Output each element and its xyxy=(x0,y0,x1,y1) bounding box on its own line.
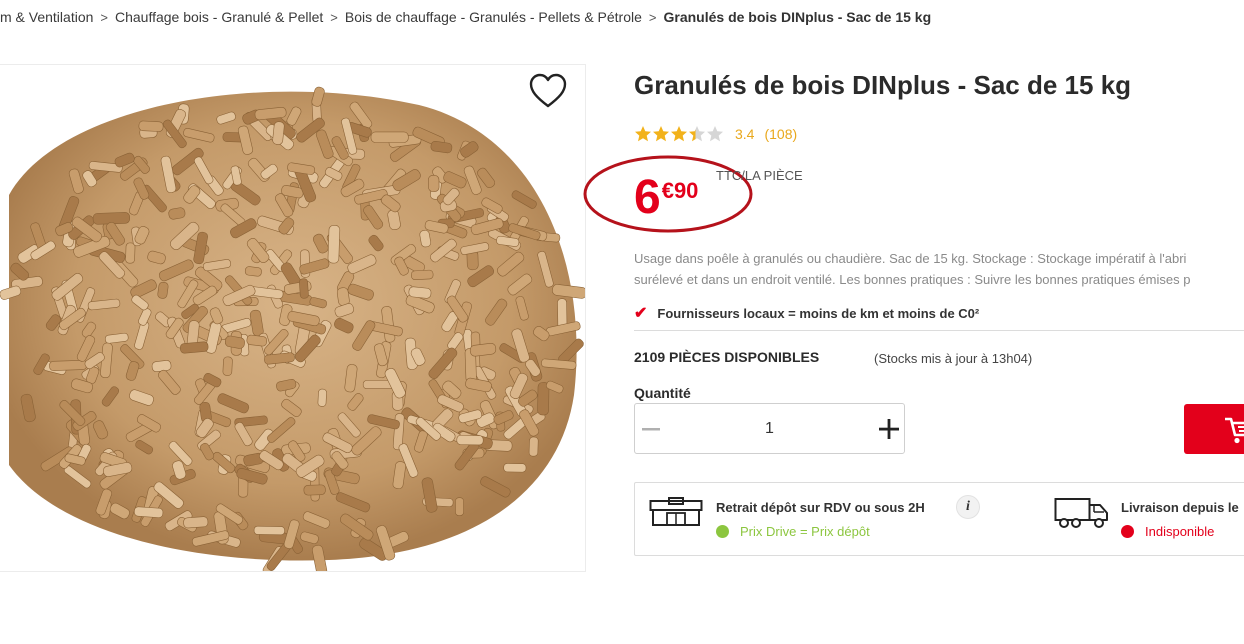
decrease-quantity-button[interactable] xyxy=(635,404,666,453)
add-to-cart-button[interactable] xyxy=(1184,404,1244,454)
pickup-option[interactable]: Retrait dépôt sur RDV ou sous 2H i Prix … xyxy=(635,483,1035,557)
price-unit: TTC/LA PIÈCE xyxy=(716,168,803,183)
product-image xyxy=(0,86,585,571)
price-integer: 6 xyxy=(634,171,661,224)
shipping-status: Indisponible xyxy=(1121,524,1214,539)
star-icon xyxy=(671,126,687,142)
price-cents: €90 xyxy=(661,178,699,203)
rating-value: 3.4 xyxy=(735,126,755,142)
divider xyxy=(634,330,1244,331)
breadcrumb-separator: > xyxy=(330,9,338,25)
rating-stars xyxy=(634,125,724,143)
plus-icon xyxy=(878,418,899,439)
stock-update-note: (Stocks mis à jour à 13h04) xyxy=(874,351,1033,366)
star-icon xyxy=(635,126,651,142)
rating-count[interactable]: (108) xyxy=(764,126,797,142)
breadcrumb-current: Granulés de bois DINplus - Sac de 15 kg xyxy=(663,9,932,25)
feature-label: Fournisseurs locaux = moins de km et moi… xyxy=(657,305,980,321)
product-image-panel[interactable] xyxy=(0,64,586,572)
wishlist-button[interactable] xyxy=(528,72,568,112)
pickup-title: Retrait dépôt sur RDV ou sous 2H xyxy=(716,500,925,515)
stock-available: 2109 PIÈCES DISPONIBLES xyxy=(634,349,820,365)
star-icon xyxy=(689,126,705,142)
star-icon xyxy=(707,126,723,142)
quantity-label: Quantité xyxy=(634,385,691,401)
feature-local-suppliers: ✔ Fournisseurs locaux = moins de km et m… xyxy=(634,303,979,323)
shipping-title: Livraison depuis le xyxy=(1121,500,1239,515)
pickup-status: Prix Drive = Prix dépôt xyxy=(716,524,870,539)
product-title: Granulés de bois DINplus - Sac de 15 kg xyxy=(634,70,1132,100)
star-icon xyxy=(653,126,669,142)
delivery-options: Retrait dépôt sur RDV ou sous 2H i Prix … xyxy=(634,482,1244,556)
check-icon: ✔ xyxy=(634,305,648,322)
breadcrumb-separator: > xyxy=(648,9,657,25)
price: 6 €90 xyxy=(634,174,698,222)
breadcrumb-separator: > xyxy=(100,9,108,25)
status-dot xyxy=(1121,525,1134,538)
minus-icon xyxy=(641,427,660,430)
shipping-status-label: Indisponible xyxy=(1145,524,1215,539)
status-dot xyxy=(716,525,729,538)
description-line: surélevé et dans un endroit ventilé. Les… xyxy=(634,272,1191,287)
breadcrumb-item-ventilation[interactable]: m & Ventilation xyxy=(0,9,93,25)
truck-icon xyxy=(1054,498,1108,528)
shipping-option[interactable]: Livraison depuis le Indisponible xyxy=(1040,483,1244,557)
increase-quantity-button[interactable] xyxy=(873,404,904,453)
product-description: Usage dans poêle à granulés ou chaudière… xyxy=(634,248,1244,290)
quantity-input[interactable] xyxy=(666,404,873,453)
store-icon xyxy=(649,497,703,526)
pickup-status-label: Prix Drive = Prix dépôt xyxy=(740,524,870,539)
description-line: Usage dans poêle à granulés ou chaudière… xyxy=(634,251,1187,266)
breadcrumb-item-chauffage-bois[interactable]: Chauffage bois - Granulé & Pellet xyxy=(115,9,323,25)
heart-icon xyxy=(529,73,567,108)
cart-icon xyxy=(1225,417,1244,444)
breadcrumb: m & Ventilation > Chauffage bois - Granu… xyxy=(0,7,931,27)
quantity-stepper xyxy=(634,403,905,454)
breadcrumb-item-bois-de-chauffage[interactable]: Bois de chauffage - Granulés - Pellets &… xyxy=(345,9,642,25)
rating[interactable]: 3.4 (108) xyxy=(634,124,797,144)
info-icon[interactable]: i xyxy=(956,495,980,519)
